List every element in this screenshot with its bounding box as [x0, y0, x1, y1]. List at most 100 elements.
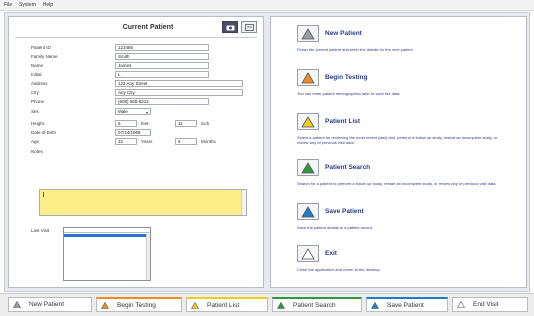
menu-help[interactable]: Help [43, 2, 53, 8]
triangle-icon [301, 205, 315, 217]
field-label: Phone [31, 98, 45, 104]
triangle-icon [301, 161, 315, 173]
tab-save-patient[interactable]: Save Patient [366, 297, 448, 312]
action-title[interactable]: Save Patient [325, 208, 364, 215]
list-item[interactable] [64, 274, 150, 277]
feet-unit: feet [141, 120, 149, 126]
patient-id-input[interactable]: 123456 [115, 43, 209, 51]
begin-testing-button[interactable] [297, 69, 319, 86]
text-caret [43, 192, 44, 197]
action-description: Save the patient details to a patient re… [297, 225, 374, 230]
last-visit-options [64, 234, 150, 277]
triangle-icon [13, 301, 21, 308]
tab-label: End Visit [473, 301, 499, 308]
notes-textarea[interactable] [39, 189, 247, 216]
name-input[interactable]: James [115, 61, 209, 69]
field-label: Age [31, 138, 40, 144]
last-visit-dropdown[interactable] [63, 227, 151, 281]
action-patient-list: Patient List Select a patient for review… [271, 109, 526, 153]
chevron-down-icon: ▾ [145, 109, 148, 115]
action-title[interactable]: Patient Search [325, 164, 370, 171]
age-months-input[interactable]: 8 [175, 137, 197, 145]
menu-file[interactable]: File [4, 2, 12, 8]
phone-input[interactable]: (608) 555-5212 [115, 97, 209, 105]
field-label: Address [31, 80, 48, 86]
triangle-icon [301, 71, 315, 83]
camera-button[interactable] [222, 21, 238, 33]
age-years-input[interactable]: 32 [115, 137, 137, 145]
initial-input[interactable]: L [115, 70, 209, 78]
tab-patient-list[interactable]: Patient List [186, 297, 268, 312]
triangle-icon [301, 115, 315, 127]
months-unit: Months [201, 138, 216, 144]
action-title[interactable]: New Patient [325, 30, 362, 37]
panel-header: Current Patient [9, 17, 263, 37]
triangle-icon [457, 301, 465, 308]
tab-label: Patient Search [293, 301, 336, 309]
save-patient-button[interactable] [297, 203, 319, 220]
new-patient-button[interactable] [297, 25, 319, 42]
action-description: Close the application and return to the … [297, 267, 381, 272]
action-description: Select a patient for reviewing the most … [297, 135, 498, 145]
triangle-icon [191, 301, 199, 309]
tab-label: New Patient [29, 301, 65, 308]
exit-button[interactable] [297, 245, 319, 262]
action-begin-testing: Begin Testing You can enter patient demo… [271, 65, 526, 109]
action-description: Finish the current patient and enter the… [297, 47, 414, 52]
triangle-icon [101, 301, 109, 309]
sex-value: Male [118, 108, 128, 114]
action-description: You can enter patient demographics later… [297, 91, 401, 96]
card-icon [244, 23, 254, 31]
field-label: Patient ID [31, 44, 51, 50]
bottom-tab-bar: New Patient Begin Testing Patient List P… [0, 293, 534, 316]
height-feet-input[interactable]: 5 [115, 119, 137, 127]
notes-scrollbar[interactable] [241, 190, 246, 215]
field-label: Family Name [31, 53, 58, 59]
tab-label: Patient List [207, 301, 240, 309]
city-input[interactable]: Any City [115, 88, 243, 96]
action-title[interactable]: Patient List [325, 118, 360, 125]
action-save-patient: Save Patient Save the patient details to… [271, 199, 526, 243]
action-title[interactable]: Begin Testing [325, 74, 368, 81]
action-title[interactable]: Exit [325, 250, 337, 257]
panel-title: Current Patient [122, 23, 174, 31]
tab-new-patient[interactable]: New Patient [8, 297, 92, 312]
field-label: Sex [31, 108, 39, 114]
family-name-input[interactable]: Smith [115, 52, 209, 60]
triangle-icon [277, 301, 285, 309]
triangle-icon [301, 27, 315, 39]
tab-begin-testing[interactable]: Begin Testing [96, 297, 182, 312]
inch-unit: inch [201, 120, 210, 126]
field-label: Initial [31, 71, 42, 77]
card-reader-button[interactable] [241, 21, 257, 33]
tab-patient-search[interactable]: Patient Search [272, 297, 362, 312]
action-description: Search for a patient to perform a follow… [297, 181, 497, 186]
years-unit: Years [141, 138, 153, 144]
triangle-icon [371, 301, 379, 309]
action-new-patient: New Patient Finish the current patient a… [271, 21, 526, 65]
header-divider [15, 37, 257, 38]
height-inch-input[interactable]: 11 [175, 119, 197, 127]
dropdown-scrollbar[interactable] [146, 234, 150, 280]
tab-end-visit[interactable]: End Visit [452, 297, 528, 312]
address-input[interactable]: 123 Any Street [115, 79, 243, 87]
patient-search-button[interactable] [297, 159, 319, 176]
tab-label: Begin Testing [117, 301, 156, 309]
field-label: Name [31, 62, 44, 68]
tab-label: Save Patient [387, 301, 424, 309]
action-exit: Exit Close the application and return to… [271, 241, 526, 285]
field-label: City [31, 89, 39, 95]
field-label: Notes [31, 148, 43, 154]
menu-system[interactable]: System [19, 2, 36, 8]
dob-input[interactable]: 07/14/1969 [115, 128, 151, 136]
last-visit-label: Last Visit [31, 228, 50, 233]
current-patient-panel: Current Patient Patient ID 123456 Family… [8, 16, 264, 288]
patient-list-button[interactable] [297, 113, 319, 130]
sex-select[interactable]: Male ▾ [115, 107, 151, 115]
actions-panel: New Patient Finish the current patient a… [270, 16, 527, 288]
triangle-icon [301, 247, 315, 259]
field-label: Date of Birth [31, 129, 57, 135]
field-label: Height [31, 120, 45, 126]
menu-bar: File System Help [0, 0, 534, 11]
last-visit-selected[interactable] [64, 228, 150, 233]
